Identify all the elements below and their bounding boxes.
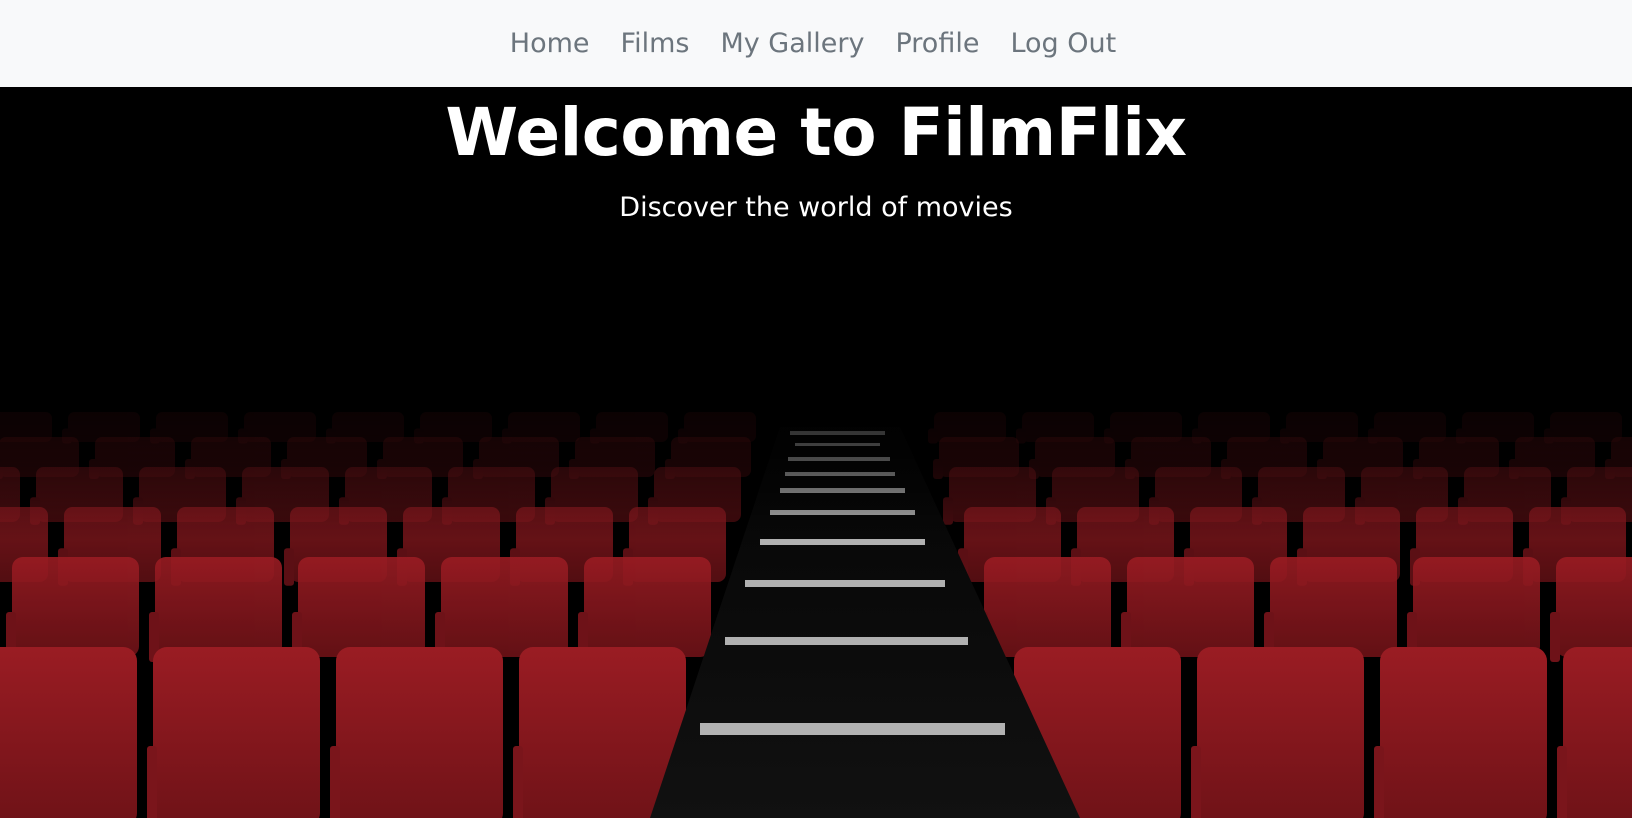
nav-item-profile: Profile xyxy=(895,30,979,57)
navbar: Home Films My Gallery Profile Log Out xyxy=(0,0,1632,87)
nav-link-logout[interactable]: Log Out xyxy=(1010,28,1116,59)
nav-link-profile[interactable]: Profile xyxy=(895,28,979,59)
hero-subtitle: Discover the world of movies xyxy=(619,192,1013,223)
nav-link-films[interactable]: Films xyxy=(621,28,690,59)
nav-item-my-gallery: My Gallery xyxy=(720,30,864,57)
nav-list: Home Films My Gallery Profile Log Out xyxy=(510,30,1116,57)
nav-item-films: Films xyxy=(621,30,690,57)
nav-item-home: Home xyxy=(510,30,590,57)
hero-section: Welcome to FilmFlix Discover the world o… xyxy=(0,87,1632,818)
nav-link-my-gallery[interactable]: My Gallery xyxy=(720,28,864,59)
hero-title: Welcome to FilmFlix xyxy=(445,94,1187,171)
nav-item-logout: Log Out xyxy=(1010,30,1116,57)
nav-link-home[interactable]: Home xyxy=(510,28,590,59)
